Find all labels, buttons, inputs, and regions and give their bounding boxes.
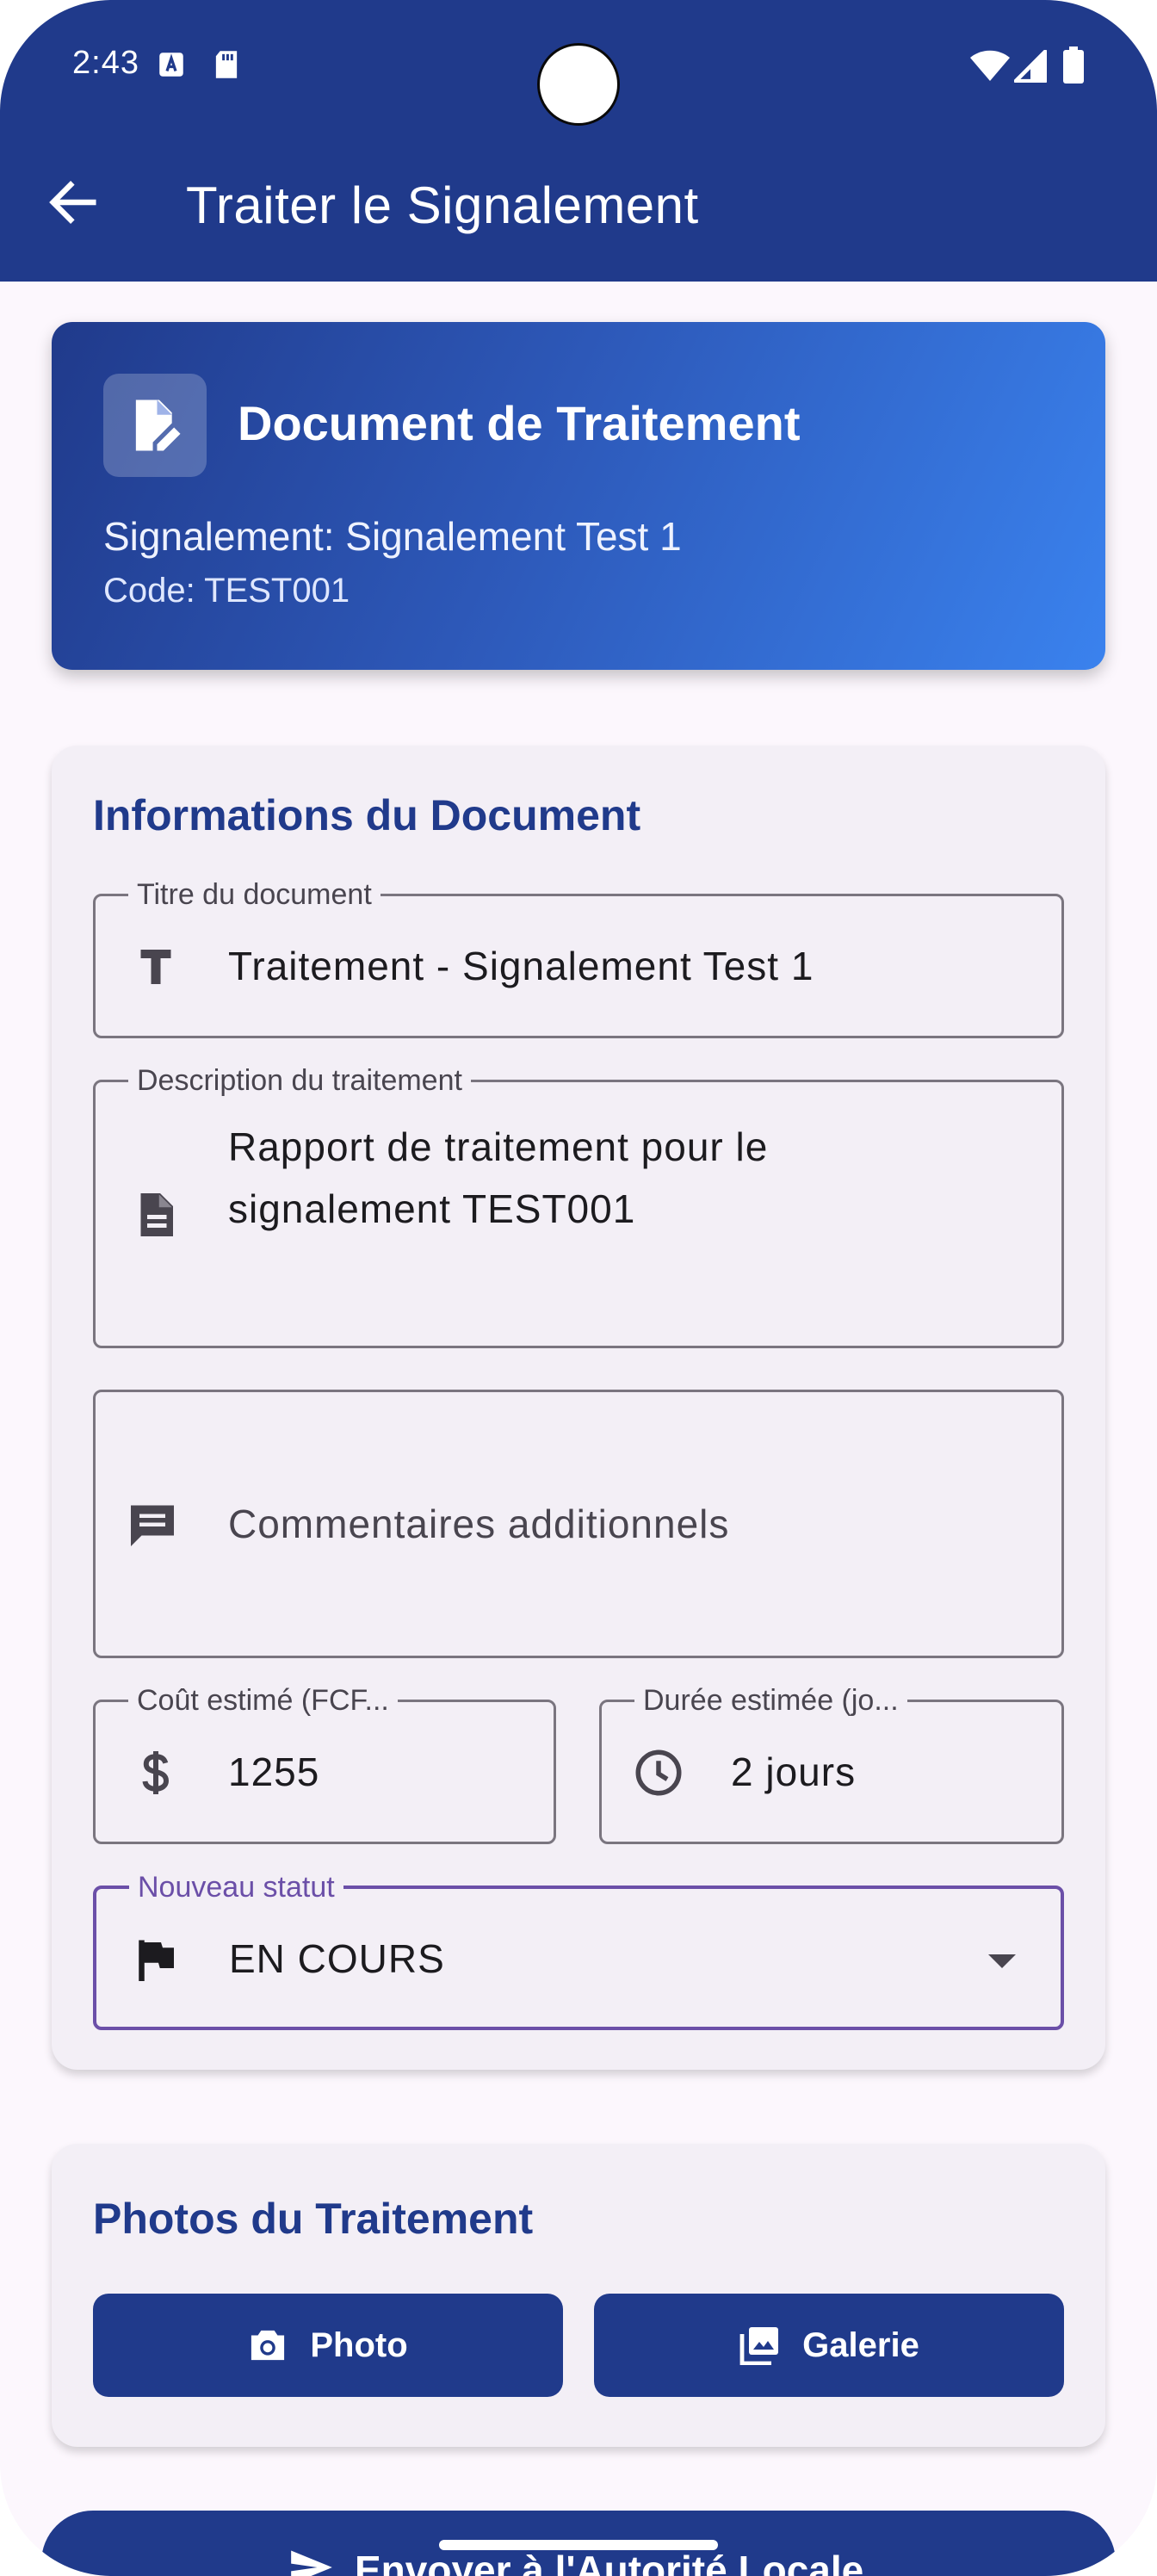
page-title: Traiter le Signalement — [186, 176, 699, 234]
text-title-icon — [140, 950, 171, 984]
document-title-field[interactable]: Titre du document Traitement - Signaleme… — [93, 877, 1064, 1038]
photos-card-title: Photos du Traitement — [93, 2195, 534, 2243]
front-camera — [537, 43, 620, 126]
status-label: Nouveau statut — [129, 1870, 343, 1904]
description-icon — [140, 1193, 173, 1236]
comment-icon — [131, 1505, 174, 1546]
photo-button[interactable]: Photo — [93, 2294, 563, 2397]
comments-placeholder: Commentaires additionnels — [228, 1502, 730, 1546]
submit-button-label: Envoyer à l'Autorité Locale — [355, 2548, 864, 2576]
wifi-icon — [970, 50, 1010, 81]
gallery-button-label: Galerie — [802, 2325, 919, 2364]
description-line-1: Rapport de traitement pour le — [228, 1124, 769, 1169]
cost-label: Coût estimé (FCF... — [128, 1683, 398, 1718]
flag-icon — [139, 1940, 174, 1981]
comments-field[interactable]: Commentaires additionnels — [93, 1390, 1064, 1658]
info-card-title: Informations du Document — [93, 791, 641, 839]
gesture-bar[interactable] — [439, 2540, 718, 2550]
header-code: Code: TEST001 — [103, 572, 350, 610]
document-header-card: Document de Traitement Signalement: Sign… — [52, 322, 1105, 670]
screen: 2:43 Traiter le Signalement Document de … — [0, 0, 1157, 2576]
gallery-icon — [739, 2327, 779, 2365]
document-title-label: Titre du document — [128, 877, 381, 912]
dollar-icon — [142, 1751, 170, 1794]
arrow-back-icon[interactable] — [43, 172, 103, 232]
font-download-icon — [159, 53, 183, 77]
info-card: Informations du Document Titre du docume… — [52, 746, 1105, 2070]
duration-value: 2 jours — [731, 1749, 857, 1794]
sd-card-icon — [215, 51, 238, 78]
photo-button-label: Photo — [310, 2325, 408, 2364]
cost-field[interactable]: Coût estimé (FCF... 1255 — [93, 1683, 556, 1844]
gallery-button[interactable]: Galerie — [594, 2294, 1064, 2397]
duration-field[interactable]: Durée estimée (jo... 2 jours — [599, 1683, 1064, 1844]
status-dropdown[interactable]: Nouveau statut EN COURS — [93, 1870, 1064, 2030]
app-bar: 2:43 Traiter le Signalement — [0, 0, 1157, 282]
signal-icon — [1014, 50, 1047, 83]
photos-card: Photos du Traitement Photo Galerie — [52, 2144, 1105, 2447]
description-line-2: signalement TEST001 — [228, 1186, 636, 1231]
duration-label: Durée estimée (jo... — [634, 1683, 907, 1718]
status-time: 2:43 — [72, 45, 139, 81]
description-label: Description du traitement — [128, 1063, 471, 1098]
cost-value: 1255 — [228, 1749, 320, 1794]
header-title: Document de Traitement — [238, 396, 801, 450]
chevron-down-icon[interactable] — [985, 1946, 1019, 1975]
edit-document-icon — [135, 399, 181, 451]
description-field[interactable]: Description du traitement Rapport de tra… — [93, 1063, 1064, 1348]
header-signalement: Signalement: Signalement Test 1 — [103, 514, 682, 559]
document-title-value: Traitement - Signalement Test 1 — [228, 944, 814, 988]
send-icon — [291, 2550, 332, 2576]
header-icon-box — [103, 374, 207, 477]
clock-icon — [635, 1749, 682, 1796]
battery-icon — [1063, 46, 1084, 84]
status-value: EN COURS — [229, 1936, 445, 1981]
camera-icon — [251, 2330, 285, 2361]
